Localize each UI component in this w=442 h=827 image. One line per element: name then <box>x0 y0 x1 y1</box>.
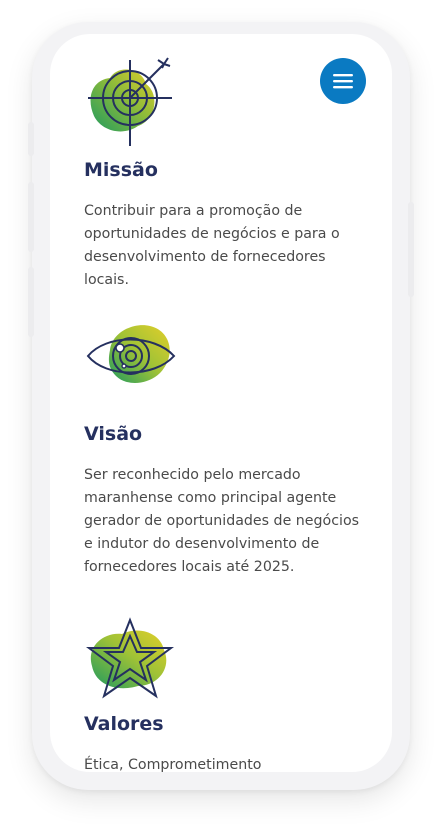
vision-section: Visão Ser reconhecido pelo mercado maran… <box>84 320 364 579</box>
target-icon <box>88 57 172 146</box>
phone-side-button <box>28 182 34 252</box>
screen: Missão Contribuir para a promoção de opo… <box>50 34 392 772</box>
star-icon <box>86 617 174 699</box>
section-title: Valores <box>84 713 164 735</box>
eye-icon <box>86 325 176 383</box>
mission-section: Missão Contribuir para a promoção de opo… <box>84 54 364 292</box>
section-text: Contribuir para a promoção de oportunida… <box>84 203 340 288</box>
phone-side-button <box>28 267 34 337</box>
section-text: Ser reconhecido pelo mercado maranhense … <box>84 467 360 575</box>
section-text: Ética, Comprometimento <box>84 757 262 772</box>
section-title: Missão <box>84 159 158 181</box>
phone-side-button <box>28 122 34 156</box>
phone-side-button <box>408 202 414 297</box>
section-title: Visão <box>84 423 143 445</box>
values-section: Valores Ética, Comprometimento <box>84 616 364 772</box>
